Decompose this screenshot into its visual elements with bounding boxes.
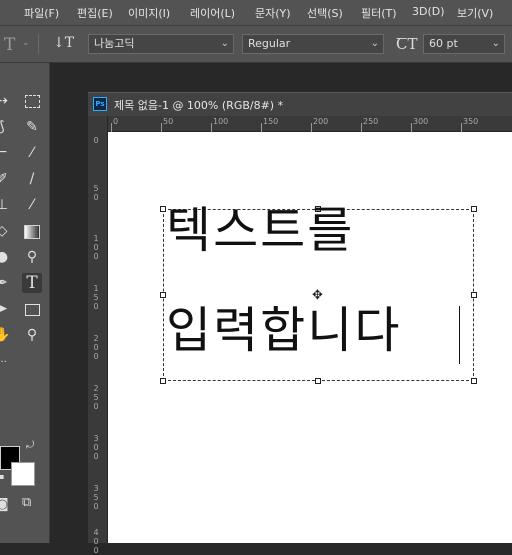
transform-handle[interactable] — [471, 378, 477, 384]
rectangle-tool-icon[interactable] — [22, 299, 42, 319]
font-family-select[interactable]: 나눔고딕 ⌄ — [88, 34, 234, 54]
canvas-text-line-1[interactable]: 텍스트를 — [166, 206, 354, 255]
pen-tool-icon[interactable]: ✒ — [0, 273, 12, 293]
ruler-label: 2 0 0 — [93, 334, 99, 361]
path-selection-tool-icon[interactable]: ➤ — [0, 299, 12, 319]
ruler-label: 3 0 0 — [93, 434, 99, 461]
eraser-tool-icon[interactable]: ◇ — [0, 221, 12, 241]
font-size-field[interactable]: 60 pt ⌄ — [423, 34, 505, 54]
menu-3d[interactable]: 3D(D) — [412, 5, 445, 18]
menu-image[interactable]: 이미지(I) — [128, 5, 170, 21]
chevron-down-icon: ⌄ — [370, 38, 379, 49]
lasso-tool-icon[interactable]: ⟆ — [0, 117, 12, 137]
menu-filter[interactable]: 필터(T) — [361, 5, 397, 21]
transform-handle[interactable] — [160, 378, 166, 384]
ruler-label: 200 — [313, 117, 329, 126]
history-brush-tool-icon[interactable]: ⁄ — [22, 195, 42, 215]
move-tool-icon[interactable]: ⇢ — [0, 91, 12, 111]
font-style-select[interactable]: Regular ⌄ — [242, 34, 384, 54]
more-tools-icon[interactable]: ··· — [0, 353, 12, 373]
menu-file[interactable]: 파일(F) — [24, 5, 59, 21]
document-tab[interactable]: Ps 제목 없음-1 @ 100% (RGB/8#) * — [88, 92, 512, 116]
gradient-tool-icon[interactable] — [22, 221, 42, 241]
transform-handle[interactable] — [471, 206, 477, 212]
hand-tool-icon[interactable]: ✋ — [0, 325, 12, 345]
blur-tool-icon[interactable]: ● — [0, 247, 12, 267]
menu-bar: 파일(F) 편집(E) 이미지(I) 레이어(L) 문자(Y) 선택(S) 필터… — [0, 0, 512, 26]
ruler-label: 350 — [463, 117, 479, 126]
eyedropper-tool-icon[interactable]: ⁄ — [22, 143, 42, 163]
brush-tool-icon[interactable]: / — [22, 169, 42, 189]
font-family-value: 나눔고딕 — [94, 37, 135, 50]
document-title: 제목 없음-1 @ 100% (RGB/8#) * — [114, 99, 284, 112]
ruler-label: 300 — [413, 117, 429, 126]
healing-brush-tool-icon[interactable]: ✐ — [0, 169, 12, 189]
separator — [38, 34, 39, 54]
type-tool-icon[interactable]: T — [4, 35, 15, 55]
clone-stamp-tool-icon[interactable]: ⊥ — [0, 195, 12, 215]
crop-tool-icon[interactable]: ⌐ — [0, 143, 12, 163]
menu-select[interactable]: 선택(S) — [307, 5, 343, 21]
background-color-swatch[interactable] — [11, 462, 35, 486]
font-style-value: Regular — [248, 37, 291, 50]
default-colors-icon[interactable]: ▪ — [0, 472, 4, 481]
ruler-label: 3 5 0 — [93, 484, 99, 511]
ruler-label: 0 — [93, 136, 99, 145]
transform-handle[interactable] — [315, 378, 321, 384]
menu-layer[interactable]: 레이어(L) — [190, 5, 235, 21]
ruler-label: 0 — [113, 117, 119, 126]
swap-colors-icon[interactable]: ⤾ — [26, 440, 34, 451]
ruler-horizontal: 0 50 100 150 200 250 300 350 — [108, 116, 512, 132]
font-size-value: 60 pt — [429, 37, 458, 50]
ruler-label: 150 — [263, 117, 279, 126]
ruler-label: 1 5 0 — [93, 284, 99, 311]
chevron-down-icon: ⌄ — [491, 38, 500, 49]
tools-panel: ⇢ ⟆ ✎ ⌐ ⁄ ✐ / ⊥ ⁄ ◇ ● ⚲ ✒ T ➤ ✋ ⚲ ··· ⤾ … — [0, 63, 50, 543]
screen-mode-icon[interactable]: ⧉ — [22, 495, 31, 510]
ruler-label: 5 0 — [93, 184, 99, 202]
text-orientation-icon[interactable]: ↓T — [53, 35, 74, 51]
marquee-tool-icon[interactable] — [22, 91, 42, 111]
chevron-down-icon: ⌄ — [220, 38, 229, 49]
ruler-label: 2 5 0 — [93, 384, 99, 411]
photoshop-file-icon: Ps — [93, 97, 107, 111]
ruler-vertical: 0 5 0 1 0 0 1 5 0 2 0 0 2 5 0 3 0 0 3 5 … — [88, 116, 108, 555]
zoom-tool-icon[interactable]: ⚲ — [22, 325, 42, 345]
quick-mask-icon[interactable]: ◙ — [0, 497, 9, 512]
options-bar: T ⌄ ↓T 나눔고딕 ⌄ Regular ⌄ ꞆT 60 pt ⌄ — [0, 26, 512, 63]
canvas-text-line-2[interactable]: 입력합니다 — [166, 306, 401, 355]
transform-handle[interactable] — [471, 292, 477, 298]
quick-select-tool-icon[interactable]: ✎ — [22, 117, 42, 137]
ruler-label: 50 — [163, 117, 174, 126]
dodge-tool-icon[interactable]: ⚲ — [22, 247, 42, 267]
menu-type[interactable]: 문자(Y) — [255, 5, 291, 21]
tool-preset-chevron-icon[interactable]: ⌄ — [22, 38, 30, 48]
transform-handle[interactable] — [160, 292, 166, 298]
font-size-icon: ꞆT — [396, 35, 418, 53]
ruler-label: 100 — [213, 117, 229, 126]
reference-point-icon[interactable]: ✥ — [312, 288, 323, 303]
type-tool-icon[interactable]: T — [22, 273, 42, 293]
menu-view[interactable]: 보기(V) — [457, 5, 493, 21]
ruler-label: 4 0 0 — [93, 528, 99, 555]
menu-edit[interactable]: 편집(E) — [77, 5, 113, 21]
ruler-label: 250 — [363, 117, 379, 126]
ruler-label: 1 0 0 — [93, 234, 99, 261]
text-caret — [459, 306, 460, 364]
